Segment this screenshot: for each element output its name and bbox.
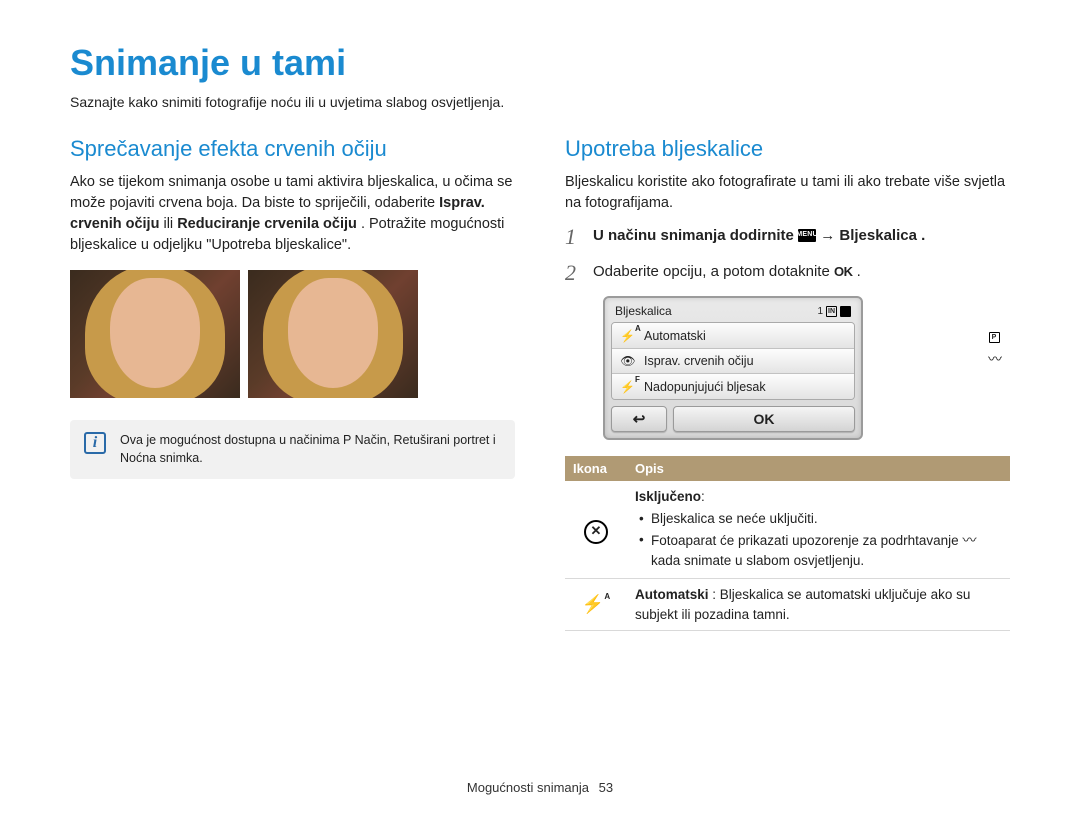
shake-icon: 〰 bbox=[962, 530, 974, 550]
text-bold: Bljeskalica bbox=[839, 227, 917, 244]
note-icon: i bbox=[84, 432, 106, 454]
row-title: Automatski bbox=[635, 587, 709, 602]
text: Fotoaparat će prikazati upozorenje za po… bbox=[651, 533, 962, 548]
steps-list: 1 U načinu snimanja dodirnite MENU → Blj… bbox=[565, 224, 1010, 286]
right-paragraph: Bljeskalicu koristite ako fotografirate … bbox=[565, 172, 1010, 214]
lcd-item-auto[interactable]: ⚡A Automatski bbox=[612, 323, 854, 349]
back-arrow-icon: ↩ bbox=[633, 410, 646, 428]
right-column: Upotreba bljeskalice Bljeskalicu koristi… bbox=[565, 136, 1010, 631]
lcd-side-icons: P 〰 bbox=[988, 332, 1000, 369]
left-heading: Sprečavanje efekta crvenih očiju bbox=[70, 136, 515, 162]
flash-auto-icon: ⚡A bbox=[582, 594, 610, 614]
step-text: U načinu snimanja dodirnite MENU → Bljes… bbox=[593, 224, 925, 248]
flash-fill-icon: ⚡F bbox=[620, 379, 636, 394]
text: . bbox=[857, 263, 861, 280]
eye-icon: 👁 bbox=[620, 354, 636, 368]
right-heading: Upotreba bljeskalice bbox=[565, 136, 1010, 162]
ok-button[interactable]: OK bbox=[673, 406, 855, 432]
lcd-item-redeye[interactable]: 👁 Isprav. crvenih očiju bbox=[612, 349, 854, 374]
lcd-item-label: Isprav. crvenih očiju bbox=[644, 354, 754, 368]
lcd-header: Bljeskalica 1 IN bbox=[611, 304, 855, 320]
options-table: Ikona Opis ✕ Isključeno: Bljeskalica se … bbox=[565, 456, 1010, 631]
step-2: 2 Odaberite opciju, a potom dotaknite OK… bbox=[565, 260, 1010, 286]
table-row: ⚡A Automatski : Bljeskalica se automatsk… bbox=[565, 579, 1010, 631]
lcd-option-list: ⚡A Automatski 👁 Isprav. crvenih očiju ⚡F… bbox=[611, 322, 855, 400]
text: U načinu snimanja dodirnite bbox=[593, 227, 798, 244]
page-subtitle: Saznajte kako snimiti fotografije noću i… bbox=[70, 94, 1010, 110]
table-row: ✕ Isključeno: Bljeskalica se neće uključ… bbox=[565, 481, 1010, 579]
lcd-count: 1 bbox=[817, 306, 823, 317]
left-paragraph: Ako se tijekom snimanja osobe u tami akt… bbox=[70, 172, 515, 256]
example-photos bbox=[70, 270, 515, 398]
menu-icon: MENU bbox=[798, 229, 816, 242]
mode-icon: P bbox=[989, 332, 1000, 343]
text: . bbox=[921, 227, 925, 244]
note-text: Ova je mogućnost dostupna u načinima P N… bbox=[120, 432, 501, 467]
step-1: 1 U načinu snimanja dodirnite MENU → Blj… bbox=[565, 224, 1010, 250]
step-text: Odaberite opciju, a potom dotaknite OK . bbox=[593, 260, 861, 284]
cell-desc: Isključeno: Bljeskalica se neće uključit… bbox=[627, 481, 1010, 579]
flash-off-icon: ✕ bbox=[584, 520, 608, 544]
page-footer: Mogućnosti snimanja 53 bbox=[0, 780, 1080, 795]
lcd-item-label: Nadopunjujući bljesak bbox=[644, 380, 766, 394]
text: kada snimate u slabom osvjetljenju. bbox=[651, 553, 864, 568]
cell-icon: ✕ bbox=[565, 481, 627, 579]
lcd-status-icons: 1 IN bbox=[817, 306, 851, 317]
back-button[interactable]: ↩ bbox=[611, 406, 667, 432]
ok-label: OK bbox=[754, 411, 775, 427]
th-desc: Opis bbox=[627, 456, 1010, 481]
note-box: i Ova je mogućnost dostupna u načinima P… bbox=[70, 420, 515, 479]
battery-icon bbox=[840, 306, 851, 317]
photo-red-eye bbox=[70, 270, 240, 398]
text: ili bbox=[163, 216, 177, 232]
footer-page-number: 53 bbox=[599, 780, 613, 795]
storage-icon: IN bbox=[826, 306, 837, 317]
bullet: Bljeskalica se neće uključiti. bbox=[637, 509, 1002, 529]
row-title: Isključeno bbox=[635, 489, 701, 504]
bullet: Fotoaparat će prikazati upozorenje za po… bbox=[637, 530, 1002, 570]
text: → bbox=[820, 227, 839, 244]
text: Odaberite opciju, a potom dotaknite bbox=[593, 263, 834, 280]
lcd-item-fill[interactable]: ⚡F Nadopunjujući bljesak bbox=[612, 374, 854, 399]
flash-auto-icon: ⚡A bbox=[620, 328, 636, 343]
camera-lcd: Bljeskalica 1 IN ⚡A Automatski bbox=[603, 296, 863, 440]
text-bold: Reduciranje crvenila očiju bbox=[177, 216, 357, 232]
left-column: Sprečavanje efekta crvenih očiju Ako se … bbox=[70, 136, 515, 631]
step-number: 2 bbox=[565, 260, 583, 286]
page-title: Snimanje u tami bbox=[70, 42, 1010, 84]
cell-desc: Automatski : Bljeskalica se automatski u… bbox=[627, 579, 1010, 631]
ok-icon: OK bbox=[834, 262, 853, 282]
page: Snimanje u tami Saznajte kako snimiti fo… bbox=[0, 0, 1080, 815]
camera-lcd-wrapper: Bljeskalica 1 IN ⚡A Automatski bbox=[565, 296, 1010, 440]
th-icon: Ikona bbox=[565, 456, 627, 481]
step-number: 1 bbox=[565, 224, 583, 250]
cell-icon: ⚡A bbox=[565, 579, 627, 631]
two-column-layout: Sprečavanje efekta crvenih očiju Ako se … bbox=[70, 136, 1010, 631]
lcd-title: Bljeskalica bbox=[615, 304, 672, 318]
shake-icon: 〰 bbox=[988, 349, 1000, 369]
lcd-footer: ↩ OK bbox=[611, 406, 855, 432]
lcd-item-label: Automatski bbox=[644, 329, 706, 343]
footer-section: Mogućnosti snimanja bbox=[467, 780, 589, 795]
photo-corrected bbox=[248, 270, 418, 398]
